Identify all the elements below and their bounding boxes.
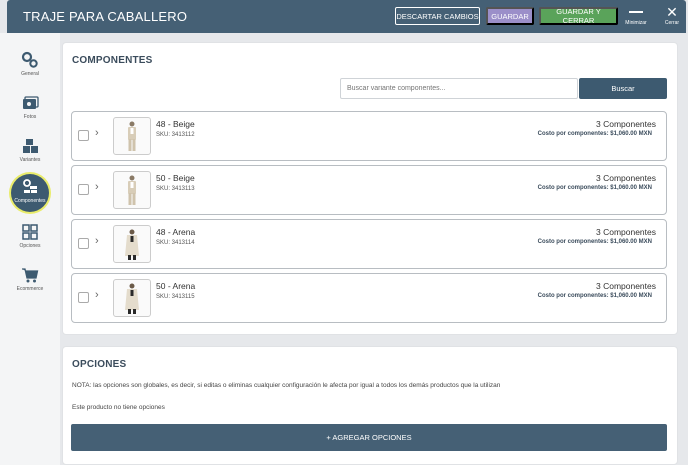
components-cost: Costo por componentes: $1,060.00 MXN [537, 131, 652, 137]
title-bar: TRAJE PARA CABALLERO DESCARTAR CAMBIOS G… [7, 0, 686, 33]
suit-image [128, 175, 136, 205]
suit-image [128, 121, 136, 151]
components-count: 3 Componentes [595, 119, 656, 129]
variant-name: 50 - Beige [156, 173, 195, 183]
save-and-close-button[interactable]: GUARDAR Y CERRAR [539, 7, 618, 25]
close-label: Cerrar [664, 20, 680, 26]
variant-sku: SKU: 3413113 [156, 186, 195, 192]
sidebar-item-general[interactable]: General [9, 47, 51, 85]
variant-sku: SKU: 3413112 [156, 132, 195, 138]
row-checkbox[interactable] [78, 130, 89, 141]
gears-icon [21, 51, 38, 68]
row-checkbox[interactable] [78, 292, 89, 303]
sidebar: General Fotos Variantes Componentes Opci… [0, 33, 60, 465]
discard-changes-button[interactable]: DESCARTAR CAMBIOS [395, 7, 480, 25]
variant-name: 50 - Arena [156, 281, 196, 291]
chevron-right-icon[interactable]: › [95, 127, 99, 139]
sidebar-item-label: Componentes [14, 198, 46, 204]
sidebar-item-componentes[interactable]: Componentes [11, 174, 49, 212]
boxes-icon [23, 139, 38, 153]
save-button[interactable]: GUARDAR [486, 7, 534, 25]
list-item[interactable]: › 50 - Arena SKU: 3413115 3 Componentes … [71, 273, 667, 323]
sidebar-item-label: Ecommerce [16, 286, 44, 292]
components-count: 3 Componentes [595, 173, 656, 183]
cart-icon [22, 268, 39, 283]
sidebar-item-label: Opciones [19, 243, 41, 249]
variant-sku: SKU: 3413115 [156, 294, 195, 300]
components-count: 3 Componentes [595, 227, 656, 237]
product-thumbnail [113, 117, 151, 155]
chevron-right-icon[interactable]: › [95, 181, 99, 193]
list-item[interactable]: › 50 - Beige SKU: 3413113 3 Componentes … [71, 165, 667, 215]
variant-name: 48 - Arena [156, 227, 196, 237]
sidebar-item-ecommerce[interactable]: Ecommerce [9, 262, 51, 300]
sidebar-item-opciones[interactable]: Opciones [9, 219, 51, 257]
components-title: COMPONENTES [72, 55, 153, 66]
add-options-button[interactable]: + AGREGAR OPCIONES [71, 424, 667, 451]
list-item[interactable]: › 48 - Beige SKU: 3413112 3 Componentes … [71, 111, 667, 161]
suit-image [125, 283, 139, 314]
minimize-button[interactable]: Minimizar [621, 4, 651, 30]
row-checkbox[interactable] [78, 238, 89, 249]
list-item[interactable]: › 48 - Arena SKU: 3413114 3 Componentes … [71, 219, 667, 269]
search-button[interactable]: Buscar [579, 78, 667, 99]
sidebar-item-variantes[interactable]: Variantes [9, 133, 51, 171]
sidebar-item-label: Fotos [23, 114, 37, 120]
components-panel: COMPONENTES Buscar › 48 - Beige SKU: 341… [62, 42, 678, 335]
components-cost: Costo por componentes: $1,060.00 MXN [537, 293, 652, 299]
variant-sku: SKU: 3413114 [156, 240, 195, 246]
close-button[interactable]: ✕ Cerrar [657, 4, 687, 30]
page-title: TRAJE PARA CABALLERO [23, 9, 188, 24]
photos-icon [23, 96, 39, 109]
chevron-right-icon[interactable]: › [95, 235, 99, 247]
minimize-label: Minimizar [625, 19, 647, 26]
sidebar-item-fotos[interactable]: Fotos [9, 90, 51, 128]
options-panel: OPCIONES NOTA: las opciones son globales… [62, 346, 678, 465]
product-thumbnail [113, 225, 151, 263]
row-checkbox[interactable] [78, 184, 89, 195]
chevron-right-icon[interactable]: › [95, 289, 99, 301]
minimize-icon [629, 11, 643, 13]
search-input[interactable] [340, 78, 578, 99]
product-thumbnail [113, 279, 151, 317]
close-icon: ✕ [666, 4, 678, 20]
options-title: OPCIONES [72, 359, 127, 370]
components-icon [23, 179, 37, 193]
empty-options-text: Este producto no tiene opciones [72, 404, 165, 411]
components-count: 3 Componentes [595, 281, 656, 291]
variant-name: 48 - Beige [156, 119, 195, 129]
components-cost: Costo por componentes: $1,060.00 MXN [537, 239, 652, 245]
sidebar-item-label: General [21, 71, 39, 77]
suit-image [125, 229, 139, 260]
options-note: NOTA: las opciones son globales, es deci… [72, 382, 501, 389]
grid-icon [22, 224, 38, 240]
components-cost: Costo por componentes: $1,060.00 MXN [537, 185, 652, 191]
product-thumbnail [113, 171, 151, 209]
sidebar-item-label: Variantes [19, 157, 41, 163]
